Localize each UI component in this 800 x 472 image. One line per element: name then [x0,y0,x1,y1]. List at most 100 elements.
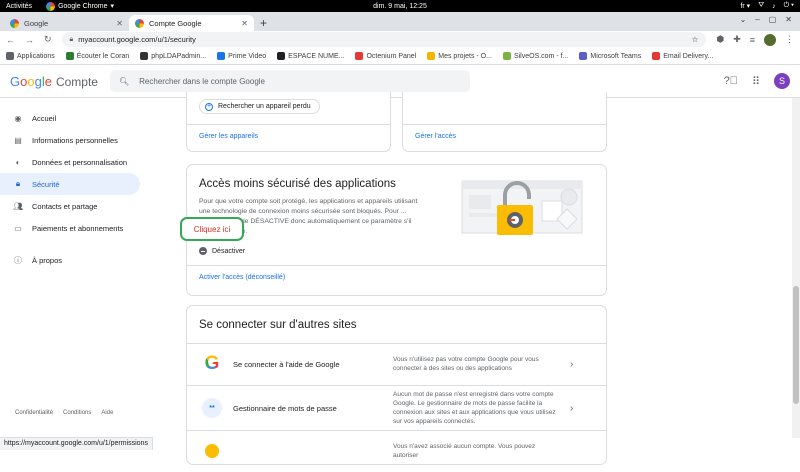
account-search-field[interactable]: 🔍︎ Rechercher dans le compte Google [110,70,470,92]
password-manager-row[interactable]: ** Gestionnaire de mots de passe Aucun m… [187,387,606,429]
find-device-button[interactable]: + Rechercher un appareil perdu [199,99,320,114]
manage-access-link[interactable]: Gérer l'accès [415,133,456,140]
help-icon[interactable]: ?⃝ [724,75,738,87]
reload-icon[interactable]: ↻ [44,34,52,45]
media-icon[interactable]: ≡ [750,35,755,45]
tab-compte-google[interactable]: Compte Google ✕ [129,15,254,31]
chevron-right-icon: › [570,358,574,370]
app-menu[interactable]: Google Chrome ▾ [46,1,114,11]
footer-links: Confidentialité Conditions Aide [15,410,113,416]
lock-icon: 🔒︎ [15,179,21,188]
sidebar-item-securite[interactable]: 🔒︎ Sécurité [0,173,140,195]
forward-icon[interactable]: → [25,35,34,45]
account-header: Google Compte 🔍︎ Rechercher dans le comp… [0,65,800,98]
power-icon[interactable]: ⏻ ▾ [784,2,794,10]
sidebar: ◉ Accueil ▤ Informations personnelles ◐ Don… [0,98,150,438]
extensions-icon[interactable]: ✚ [733,34,741,45]
toggle-icon: ◐ [15,157,21,167]
card-title: Accès moins sécurisé des applications [199,178,396,190]
activities-button[interactable]: Activités [6,3,32,10]
sidebar-item-label: Contacts et partage [32,201,98,211]
sidebar-item-label: Accueil [32,113,57,123]
bookmark-item[interactable]: Applications [6,52,55,60]
divider [187,385,606,386]
system-top-bar: Activités Google Chrome ▾ dim. 9 mai, 12… [0,0,800,12]
sidebar-item-paiements[interactable]: ▭ Paiements et abonnements [0,217,150,239]
google-logo: Google [10,74,52,89]
enable-access-link[interactable]: Activer l'accès (déconseillé) [199,274,285,281]
sidebar-item-contacts[interactable]: 👥︎ Contacts et partage [0,195,150,217]
bookmark-favicon-icon [217,52,226,60]
linked-accounts-row[interactable]: Vous n'avez associé aucun compte. Vous p… [187,430,606,472]
less-secure-apps-card: Accès moins sécurisé des applications Po… [186,164,607,296]
back-icon[interactable]: ← [6,35,15,45]
network-icon[interactable]: ⛛ [758,2,764,10]
sidebar-item-a-propos[interactable]: ⓘ À propos [0,249,150,271]
row-description: Vous n'avez associé aucun compte. Vous p… [393,443,536,459]
bookmark-favicon-icon [355,52,364,60]
bookmark-label: Email Delivery... [663,52,714,60]
bookmark-star-icon[interactable]: ☆ [692,35,699,44]
terms-link[interactable]: Conditions [63,410,91,416]
tab-google[interactable]: Google ✕ [4,15,129,31]
scrollbar-thumb[interactable] [793,286,799,404]
google-favicon-icon [10,18,19,28]
language-indicator[interactable]: fr ▾ [740,2,750,10]
bookmark-item[interactable]: Microsoft Teams [579,52,641,60]
logo-letter: o [27,73,35,89]
profile-avatar[interactable] [764,33,776,46]
close-tab-icon[interactable]: ✕ [116,19,123,28]
bookmark-label: SilveOS.com - f... [513,52,569,60]
tab-search-icon[interactable]: ⌄ [740,15,747,24]
privacy-link[interactable]: Confidentialité [15,410,53,416]
click-here-annotation: Cliquez ici [180,217,244,241]
more-menu-icon[interactable]: ⋮ [785,34,794,45]
new-tab-icon[interactable]: + [260,16,267,30]
shield-extension-icon[interactable]: ⬢ [716,34,724,45]
bookmark-item[interactable]: Prime Video [217,52,266,60]
link-status-bar: https://myaccount.google.com/u/1/permiss… [0,437,153,450]
google-g-icon: G [204,353,220,374]
minimize-icon[interactable]: – [755,15,759,24]
bookmark-item[interactable]: SilveOS.com - f... [502,52,569,60]
sidebar-item-label: Informations personnelles [32,135,118,145]
address-bar[interactable]: 🔒︎ myaccount.google.com/u/1/security ☆ [61,32,707,47]
bookmark-item[interactable]: Email Delivery... [652,52,713,60]
lock-icon[interactable]: 🔒︎ [70,36,74,44]
help-link[interactable]: Aide [101,410,113,416]
close-window-icon[interactable]: ✕ [785,15,792,24]
bookmark-item[interactable]: phpLDAPadmin... [140,52,206,60]
maximize-icon[interactable]: ▢ [769,15,777,24]
divider [403,124,606,125]
bookmark-item[interactable]: ESPACE NUME... [277,52,344,60]
account-avatar[interactable]: S [774,73,790,89]
sign-in-with-google-row[interactable]: G Se connecter à l'aide de Google Vous n… [187,343,606,385]
volume-icon[interactable]: ♪ [772,3,776,10]
browser-toolbar: ← → ↻ 🔒︎ myaccount.google.com/u/1/securi… [0,31,800,48]
search-icon: 🔍︎ [119,76,130,86]
sidebar-item-informations[interactable]: ▤ Informations personnelles [0,129,150,151]
sidebar-item-label: Paiements et abonnements [32,223,124,233]
clock[interactable]: dim. 9 mai, 12:25 [0,3,800,10]
page-scrollbar[interactable] [792,98,800,438]
logo-letter: e [44,73,52,89]
bookmark-item[interactable]: Mes projets - O... [427,52,492,60]
google-account-logo[interactable]: Google Compte [10,74,110,89]
bookmark-item[interactable]: Octenium Panel [355,52,416,60]
address-url: myaccount.google.com/u/1/security [78,35,196,44]
divider [187,265,606,266]
manage-devices-link[interactable]: Gérer les appareils [199,133,258,140]
close-tab-icon[interactable]: ✕ [241,19,248,28]
sidebar-item-accueil[interactable]: ◉ Accueil [0,107,150,129]
sidebar-item-donnees[interactable]: ◐ Données et personnalisation [0,151,150,173]
bookmark-favicon-icon [277,52,286,60]
search-placeholder: Rechercher dans le compte Google [139,76,266,86]
info-icon: ⓘ [14,255,22,265]
apps-grid-icon[interactable]: ⠿ [752,75,760,88]
row-label: Se connecter à l'aide de Google [233,359,340,369]
plus-icon: + [205,102,213,111]
bookmark-favicon-icon [140,52,149,60]
bookmark-item[interactable]: Écouter le Coran [65,52,129,60]
tab-strip: Google ✕ Compte Google ✕ + ⌄ – ▢ ✕ [0,12,800,31]
row-description: Vous n'utilisez pas votre compte Google … [393,356,539,372]
